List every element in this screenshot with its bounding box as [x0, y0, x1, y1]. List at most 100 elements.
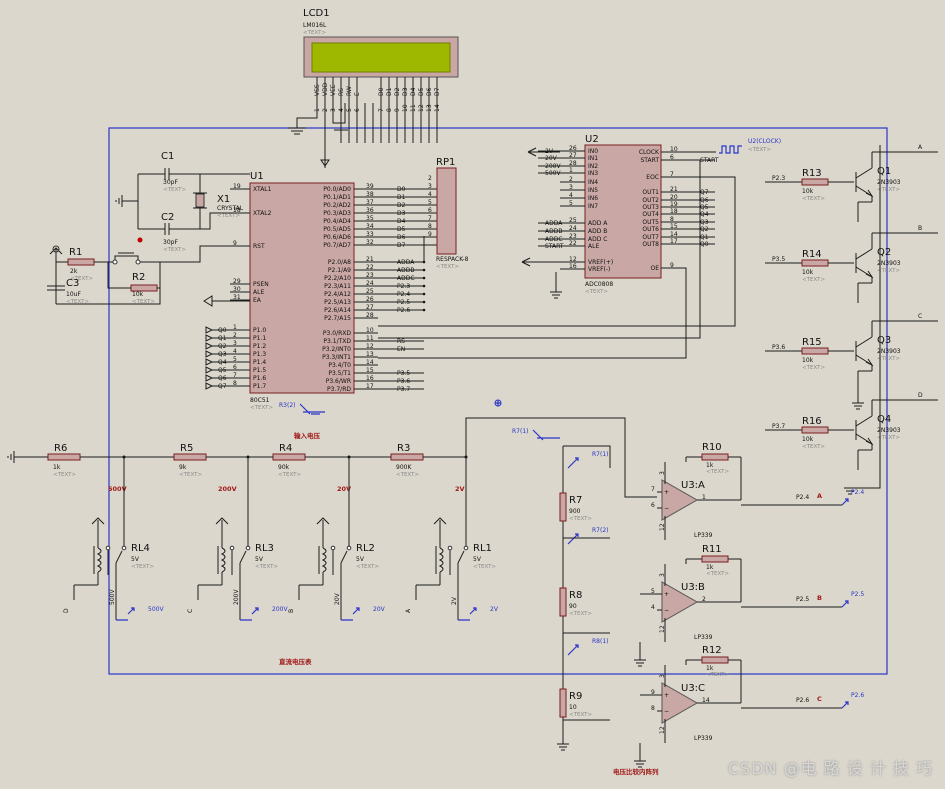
oscillator[interactable]: C1 30pF <TEXT> C2 30pF <TEXT> X1 CRYSTAL… — [115, 151, 250, 253]
u1-pin-name: P3.5/T1 — [328, 370, 351, 377]
voltage-probe[interactable] — [240, 607, 259, 621]
ladder-resistor[interactable] — [559, 492, 567, 522]
divider-chain[interactable]: R61k<TEXT> R59k<TEXT> R490k<TEXT> R3900K<TE… — [7, 399, 657, 498]
adc-u2[interactable]: U2 ADC0808 <TEXT> IN0262VIN12720VIN22820… — [538, 134, 781, 295]
comparator-u3a[interactable]: U3:A+−761213LP339R101k<TEXT>P2.4 A P2.4 — [651, 442, 864, 540]
rp1-pin-number: 6 — [428, 207, 432, 214]
relay-coil — [321, 547, 327, 573]
divider-r5[interactable]: R5 9k<TEXT> — [167, 443, 216, 478]
relay-rl4[interactable]: D RL4 5V<TEXT> 500V 500V — [63, 457, 164, 621]
ladder-resistor[interactable] — [559, 688, 567, 718]
opamp-model: LP339 — [694, 634, 713, 641]
comparator-probe[interactable]: P2.5 — [851, 591, 864, 598]
divider-text: <TEXT> — [53, 472, 76, 478]
opamp-plus: + — [664, 692, 669, 699]
relay-contact — [229, 545, 235, 551]
transistor-text: <TEXT> — [877, 268, 900, 274]
relay-rl3[interactable]: C RL3 5V<TEXT> 200V 200V — [187, 457, 288, 621]
comparator-u3b[interactable]: U3:B+−541223LP339R111k<TEXT>P2.5 B P2.5 — [634, 544, 864, 667]
u2-text: <TEXT> — [585, 289, 608, 295]
u2-pin-name: IN0 — [588, 148, 598, 155]
u1-pin-name: P0.0/AD0 — [323, 186, 351, 193]
divider-text: <TEXT> — [278, 472, 301, 478]
lcd-screen — [311, 42, 451, 73]
tap-label: 2V — [455, 485, 465, 493]
voltage-probe[interactable] — [116, 607, 135, 621]
comparator-probe[interactable]: P2.6 — [851, 692, 864, 699]
r71-probe[interactable]: R7(1) — [512, 428, 529, 435]
pullup-text: <TEXT> — [706, 571, 729, 577]
pullup-resistor[interactable] — [701, 555, 729, 563]
transistor-model: 2N3903 — [877, 427, 901, 434]
pullup-resistor[interactable] — [701, 656, 729, 664]
comparator-array[interactable]: R7900<TEXT>R7(1)R890<TEXT>R7(2) R910<TEXT… — [512, 428, 864, 776]
u2-pin-name: OUT4 — [642, 211, 659, 218]
opamp-ref: U3:A — [681, 480, 705, 491]
ladder-probe[interactable]: R7(2) — [592, 527, 609, 534]
comparator-u3c[interactable]: U3:C+−9812143LP339R121k<TEXT>P2.6 C P2.6 — [634, 645, 864, 768]
driver-resistor-text: <TEXT> — [802, 365, 825, 371]
r1-value: 2k — [70, 268, 78, 275]
rp1-pin-number: 4 — [428, 191, 432, 198]
driver-resistor[interactable] — [801, 178, 829, 186]
driver-resistor-value: 10k — [802, 269, 814, 276]
comparator-probe[interactable]: P2.4 — [851, 489, 864, 496]
schematic-canvas[interactable]: LCD1 LM016L <TEXT> VSS1VDD2VEE3RS4RW5E6D… — [0, 0, 945, 789]
opamp-plus: + — [664, 591, 669, 598]
reset-circuit[interactable]: R1 2k <TEXT> R2 10k <TEXT> C3 10uF <TEXT… — [47, 237, 250, 306]
divider-r4[interactable]: R4 90k<TEXT> — [266, 443, 315, 478]
driver-resistor[interactable] — [801, 259, 829, 267]
relay-rl1[interactable]: A RL1 5V<TEXT> 2V 2V — [405, 457, 499, 621]
ladder-r8[interactable]: R8 90<TEXT> R7(2) — [559, 527, 609, 617]
divider-r6[interactable]: R6 1k<TEXT> — [41, 443, 90, 478]
u2-clock-probe[interactable]: U2(CLOCK) — [748, 138, 781, 145]
relay-tap-label: 200V — [233, 589, 240, 605]
divider-resistor[interactable] — [390, 453, 424, 461]
net-arrow — [205, 342, 214, 350]
ladder-resistor[interactable] — [559, 587, 567, 617]
divider-resistor[interactable] — [47, 453, 81, 461]
relay-contact — [121, 545, 127, 551]
pullup-resistor[interactable] — [701, 453, 729, 461]
r3-probe[interactable]: R3(2) — [279, 402, 296, 409]
lcd-module[interactable]: LCD1 LM016L <TEXT> VSS1VDD2VEE3RS4RW5E6D… — [303, 8, 459, 112]
emitter-arrow — [865, 358, 874, 367]
rp1-pin-number: 8 — [428, 223, 432, 230]
u1-pin-name: P1.6 — [253, 375, 266, 382]
r2-value: 10k — [132, 291, 144, 298]
u1-pin-name: P2.6/A14 — [324, 307, 351, 314]
lcd-model: LM016L — [303, 22, 327, 29]
u1-pin-name: P0.1/AD1 — [323, 194, 351, 201]
u1-pin-name: P3.4/T0 — [328, 362, 351, 369]
dc-voltmeter-caption: 直流电压表 — [279, 657, 312, 666]
relay-rl2[interactable]: B RL2 5V<TEXT> 20V 20V — [288, 457, 386, 621]
tap-label: 200V — [218, 485, 237, 493]
driver-stage-q1[interactable]: P2.3 R1310k<TEXT>Q12N3903<TEXT>A — [765, 144, 938, 222]
divider-resistor[interactable] — [272, 453, 306, 461]
driver-stage-q2[interactable]: P3.5 R1410k<TEXT>Q22N3903<TEXT>B — [765, 225, 938, 303]
c1-value: 30pF — [163, 179, 178, 186]
u1-pin-name: P0.3/AD3 — [323, 210, 351, 217]
u1-pin-name: P1.0 — [253, 327, 266, 334]
transistor-ref: Q4 — [877, 414, 891, 425]
divider-r3[interactable]: R3 900K<TEXT> — [384, 443, 433, 478]
opamp-pin: 7 — [651, 486, 655, 493]
divider-resistor[interactable] — [173, 453, 207, 461]
u2-pin-name: START — [640, 157, 659, 164]
ladder-probe[interactable]: R7(1) — [592, 451, 609, 458]
comparator-letter: B — [817, 594, 822, 602]
ladder-probe[interactable]: R8(1) — [592, 638, 609, 645]
voltage-probe[interactable] — [341, 607, 360, 621]
driver-stage-q3[interactable]: P3.6 R1510k<TEXT>Q32N3903<TEXT>C — [765, 313, 938, 410]
driver-resistor[interactable] — [801, 426, 829, 434]
rp1-pin-number: 3 — [428, 183, 432, 190]
c2-ref: C2 — [161, 212, 174, 223]
relay-tap-label: 20V — [334, 592, 341, 605]
driver-resistor[interactable] — [801, 347, 829, 355]
ladder-r7[interactable]: R7 900<TEXT> R7(1) — [559, 451, 609, 522]
ladder-r9[interactable]: R9 10<TEXT> R8(1) — [559, 638, 609, 718]
voltage-probe[interactable] — [458, 607, 477, 621]
driver-output-label: C — [918, 313, 922, 320]
driver-stage-q4[interactable]: P3.7 R1610k<TEXT>Q42N3903<TEXT>D — [765, 392, 938, 470]
transistor-model: 2N3903 — [877, 179, 901, 186]
